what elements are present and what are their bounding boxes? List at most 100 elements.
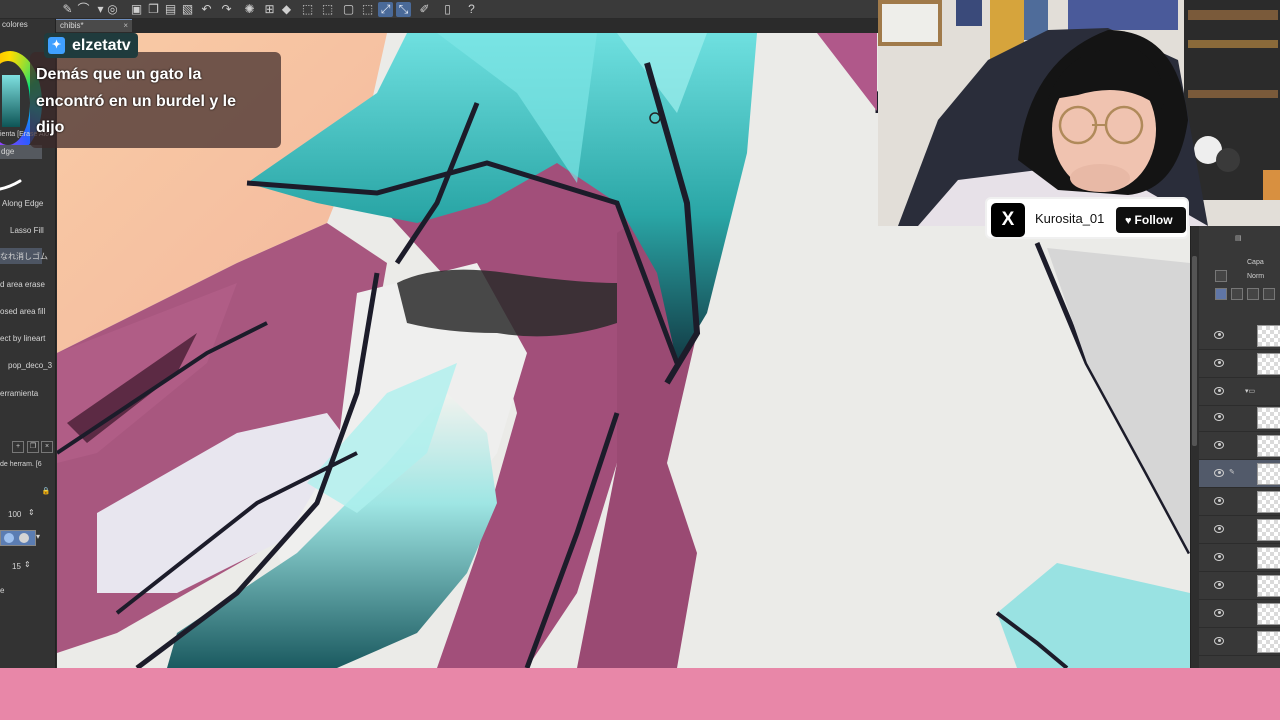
property-item: e [0, 586, 5, 595]
lock-icon[interactable] [1247, 288, 1259, 300]
document-tab[interactable]: chibis* × [56, 19, 132, 32]
subtool-item[interactable]: pop_deco_3 [8, 361, 52, 370]
spinner-arrows-icon[interactable]: ⇕ [28, 508, 35, 517]
grid-icon[interactable]: ▢ [341, 2, 356, 17]
layer-row[interactable] [1199, 404, 1280, 432]
select-icon[interactable]: ⬚ [300, 2, 315, 17]
lock-icon[interactable] [1231, 288, 1243, 300]
curve-icon[interactable]: ⤢ [378, 2, 393, 17]
x-logo-icon: X [991, 203, 1025, 237]
folder-icon: ▾▭ [1245, 388, 1256, 395]
window-icon[interactable]: ▣ [129, 2, 144, 17]
subtool-item[interactable]: Lasso Fill [10, 226, 44, 235]
crop-icon[interactable]: ⊞ [262, 2, 277, 17]
lock-icon[interactable] [1263, 288, 1275, 300]
subtool-item[interactable]: ect by lineart [0, 334, 45, 343]
top-toolbar: ✎ ⌒ ▾ ◎ ▣ ❐ ▤ ▧ ↶ ↷ ✺ ⊞ ◆ ⬚ ⬚ ▢ ⬚ ⤢ ⤡ ✐ … [0, 0, 880, 19]
eye-icon[interactable] [1214, 609, 1224, 617]
fill-icon[interactable]: ◆ [279, 2, 294, 17]
layers-icon[interactable]: ▤ [163, 2, 178, 17]
eye-icon[interactable] [1214, 637, 1224, 645]
layer-thumbnail [1257, 325, 1280, 347]
eye-icon[interactable] [1214, 525, 1224, 533]
chat-message-text: Demás que un gato la encontró en un burd… [36, 66, 237, 136]
layer-row[interactable] [1199, 516, 1280, 544]
layer-row[interactable] [1199, 488, 1280, 516]
ruler-icon[interactable]: ⬚ [360, 2, 375, 17]
follow-button[interactable]: ♥ Follow [1116, 207, 1186, 233]
close-icon[interactable]: × [123, 20, 128, 32]
spinner-arrows-icon[interactable]: ⇕ [24, 560, 31, 569]
add-subtool-icon[interactable]: + [12, 441, 24, 453]
layer-thumbnail [1257, 463, 1280, 485]
stream-bottom-bar [0, 668, 1280, 720]
heart-icon: ♥ [1125, 215, 1132, 227]
layer-thumbnail [1257, 407, 1280, 429]
duplicate-subtool-icon[interactable]: ❐ [27, 441, 39, 453]
document-tab-label: chibis* [60, 21, 84, 30]
chevron-down-icon[interactable]: ▾ [36, 532, 40, 541]
spinner-icon[interactable]: ✺ [242, 2, 257, 17]
layer-row[interactable] [1199, 432, 1280, 460]
brush-shape-selector[interactable] [0, 530, 36, 546]
copy-icon[interactable]: ❐ [146, 2, 161, 17]
line-icon[interactable]: ⤡ [396, 2, 411, 17]
layer-row[interactable] [1199, 350, 1280, 378]
eye-icon[interactable]: ◎ [105, 2, 120, 17]
question-icon[interactable]: ? [464, 2, 479, 17]
opacity-value[interactable]: 15 [12, 562, 21, 571]
eye-icon[interactable] [1214, 581, 1224, 589]
layer-row[interactable] [1199, 544, 1280, 572]
canvas-icon[interactable]: ▯ [440, 2, 455, 17]
blend-mode-select[interactable]: Norm [1247, 273, 1264, 280]
subtool-item[interactable]: osed area fill [0, 307, 45, 316]
layer-thumbnail [1257, 519, 1280, 541]
layer-row[interactable] [1199, 600, 1280, 628]
pencil-icon[interactable]: ✐ [417, 2, 432, 17]
brush-size-value[interactable]: 100 [8, 510, 21, 519]
undo-icon[interactable]: ↶ [199, 2, 214, 17]
layer-row[interactable] [1199, 572, 1280, 600]
eye-icon[interactable] [1214, 497, 1224, 505]
scrollbar-thumb[interactable] [1192, 256, 1197, 446]
transform-icon[interactable]: ⬚ [320, 2, 335, 17]
subtool-item[interactable]: d area erase [0, 280, 45, 289]
layer-row-selected[interactable]: ✎ [1199, 460, 1280, 488]
eye-icon[interactable] [1214, 441, 1224, 449]
layer-thumbnail [1257, 435, 1280, 457]
eye-icon[interactable] [1214, 413, 1224, 421]
layer-thumbnail [1257, 631, 1280, 653]
layer-panel-header: Capa [1247, 259, 1264, 266]
pen-icon[interactable]: ✎ [60, 2, 75, 17]
eye-icon[interactable] [1214, 553, 1224, 561]
layer-panel: ▤ Capa Norm ▾▭ ✎ [1190, 226, 1280, 668]
lock-icon[interactable]: 🔒 [40, 487, 52, 499]
layer-row[interactable] [1199, 628, 1280, 656]
eye-icon[interactable] [1214, 469, 1224, 477]
brush-icon[interactable]: ⌒ [76, 2, 91, 17]
layer-row[interactable] [1199, 322, 1280, 350]
eye-icon[interactable] [1214, 359, 1224, 367]
subtool-item[interactable]: erramienta [0, 389, 38, 398]
subtool-item[interactable]: Along Edge [2, 199, 43, 208]
pen-icon: ✎ [1229, 469, 1235, 476]
layer-scrollbar[interactable] [1191, 226, 1199, 668]
layer-folder-row[interactable]: ▾▭ [1199, 378, 1280, 406]
eye-icon[interactable] [1214, 387, 1224, 395]
layer-thumbnail [1257, 353, 1280, 375]
webcam-feed [878, 0, 1280, 226]
layer-property-icon[interactable] [1215, 270, 1227, 282]
brush-tip-icon [19, 533, 29, 543]
chat-username: elzetatv [72, 37, 131, 54]
color-square[interactable] [2, 75, 20, 127]
social-handle: Kurosita_01 [1035, 211, 1105, 226]
subtool-item[interactable]: なれ消しゴム [0, 251, 48, 262]
image-icon[interactable]: ▧ [180, 2, 195, 17]
eye-icon[interactable] [1214, 331, 1224, 339]
follow-label: Follow [1134, 213, 1173, 227]
delete-subtool-icon[interactable]: × [41, 441, 53, 453]
layer-mask-icon[interactable] [1215, 288, 1227, 300]
subtool-item[interactable]: dge [1, 147, 14, 156]
redo-icon[interactable]: ↷ [219, 2, 234, 17]
social-follow-bar: X Kurosita_01 ♥ Follow [985, 197, 1189, 239]
